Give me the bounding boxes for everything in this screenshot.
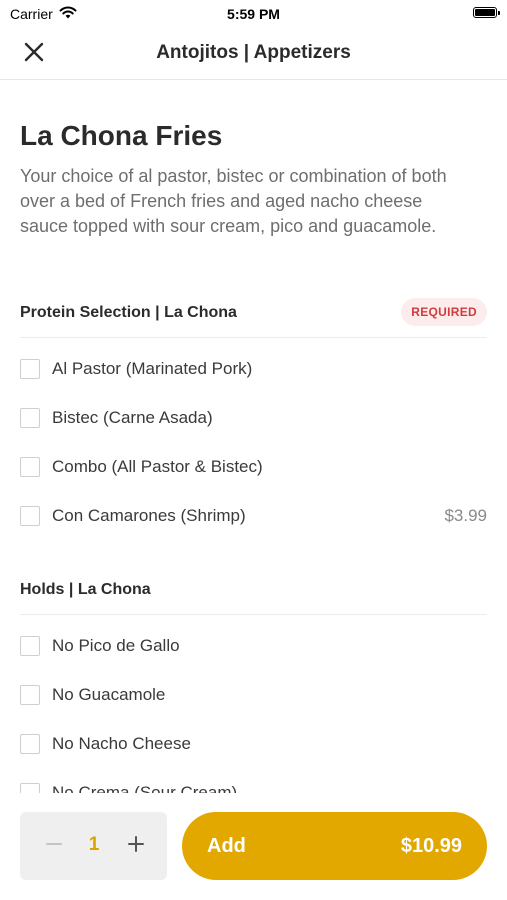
checkbox[interactable] xyxy=(20,359,40,379)
increase-quantity-button[interactable] xyxy=(116,826,156,866)
checkbox[interactable] xyxy=(20,457,40,477)
option-no-nacho-cheese[interactable]: No Nacho Cheese xyxy=(20,727,487,763)
option-label: Con Camarones (Shrimp) xyxy=(52,506,246,525)
close-button[interactable] xyxy=(18,38,50,70)
option-label: No Guacamole xyxy=(52,685,166,704)
battery-icon xyxy=(473,7,500,18)
option-label: Combo (All Pastor & Bistec) xyxy=(52,457,263,476)
checkbox[interactable] xyxy=(20,734,40,754)
option-camarones[interactable]: Con Camarones (Shrimp) $3.99 xyxy=(20,499,487,535)
status-bar: Carrier 5:59 PM xyxy=(0,0,507,28)
total-price: $10.99 xyxy=(400,835,462,857)
bottom-action-bar: 1 Add $10.99 xyxy=(0,793,507,900)
checkbox[interactable] xyxy=(20,636,40,656)
required-badge: REQUIRED xyxy=(401,298,487,326)
option-label: No Crema (Sour Cream) xyxy=(52,783,238,793)
add-to-order-button[interactable]: Add $10.99 xyxy=(182,812,487,880)
section-title: Protein Selection | La Chona xyxy=(20,304,237,321)
option-label: No Nacho Cheese xyxy=(52,734,191,753)
add-label: Add xyxy=(207,835,246,857)
section-title: Holds | La Chona xyxy=(20,581,151,598)
status-time: 5:59 PM xyxy=(227,6,280,22)
option-combo[interactable]: Combo (All Pastor & Bistec) xyxy=(20,450,487,486)
option-label: No Pico de Gallo xyxy=(52,636,180,655)
section-header-protein: Protein Selection | La Chona REQUIRED xyxy=(20,298,487,338)
option-label: Bistec (Carne Asada) xyxy=(52,408,213,427)
option-no-guacamole[interactable]: No Guacamole xyxy=(20,678,487,714)
minus-icon xyxy=(45,835,63,858)
plus-icon xyxy=(127,835,145,858)
section-header-holds: Holds | La Chona xyxy=(20,577,487,615)
checkbox[interactable] xyxy=(20,506,40,526)
quantity-value: 1 xyxy=(88,834,100,855)
option-label: Al Pastor (Marinated Pork) xyxy=(52,359,253,378)
item-detail-scroll[interactable]: La Chona Fries Your choice of al pastor,… xyxy=(0,80,507,793)
option-price: $3.99 xyxy=(444,506,487,525)
option-al-pastor[interactable]: Al Pastor (Marinated Pork) xyxy=(20,352,487,388)
item-description: Your choice of al pastor, bistec or comb… xyxy=(20,166,447,236)
checkbox[interactable] xyxy=(20,408,40,428)
checkbox[interactable] xyxy=(20,783,40,793)
checkbox[interactable] xyxy=(20,685,40,705)
close-icon xyxy=(23,41,45,68)
quantity-stepper: 1 xyxy=(20,812,167,880)
option-bistec[interactable]: Bistec (Carne Asada) xyxy=(20,401,487,437)
nav-bar: Antojitos | Appetizers xyxy=(0,28,507,80)
page-title: Antojitos | Appetizers xyxy=(156,42,351,63)
option-no-pico[interactable]: No Pico de Gallo xyxy=(20,629,487,665)
item-name: La Chona Fries xyxy=(20,120,223,151)
decrease-quantity-button[interactable] xyxy=(34,826,74,866)
option-no-crema[interactable]: No Crema (Sour Cream) xyxy=(20,776,487,793)
